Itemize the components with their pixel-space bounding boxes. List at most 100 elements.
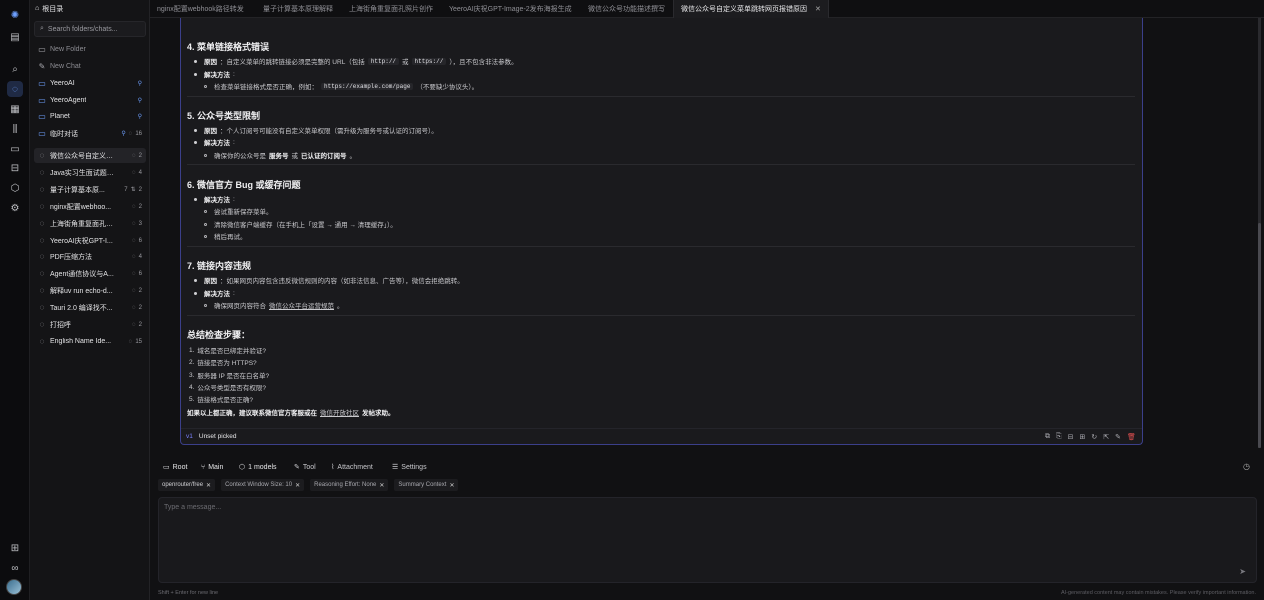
send-icon[interactable]: ➤	[1239, 567, 1246, 576]
divider	[187, 164, 1135, 165]
folder-item-temp[interactable]: ▭ 临时对话 ⚲ ◌ 16	[34, 126, 146, 141]
grid-icon[interactable]: ▦	[7, 101, 23, 117]
version-label[interactable]: v1	[186, 433, 193, 440]
app-logo-icon[interactable]: ✺	[7, 7, 23, 23]
new-chat-icon: ✎	[38, 62, 46, 71]
bullet-line: 解决方法:	[194, 137, 235, 147]
folder-item-planet[interactable]: ▭ Planet ⚲	[34, 109, 146, 124]
link-icon[interactable]: ∞	[7, 560, 23, 576]
attachment-button[interactable]: ⌇ Attachment	[331, 463, 373, 472]
close-icon[interactable]: ✕	[295, 482, 300, 489]
copy-markdown-icon[interactable]: ⎘	[1056, 433, 1062, 441]
models-button[interactable]: ⬡ 1 models	[239, 463, 277, 472]
chat-item[interactable]: ◌ PDF压缩方法 ◌ 4	[34, 249, 146, 264]
share-icon[interactable]: ⇱	[1103, 433, 1109, 441]
tab-active[interactable]: 微信公众号自定义菜单跳转网页报错原因 ✕	[673, 0, 829, 18]
chat-item[interactable]: ◌ Tauri 2.0 编译找不... ◌ 2	[34, 300, 146, 315]
branch-icon: ⑂	[201, 463, 206, 471]
message-count-badge: ◌ 4	[132, 253, 142, 260]
close-icon[interactable]: ✕	[379, 482, 384, 489]
chat-icon[interactable]: ◌	[7, 81, 23, 97]
tab[interactable]: 微信公众号功能描述撰写	[588, 0, 665, 18]
chat-icon: ◌	[39, 219, 45, 228]
close-icon[interactable]: ✕	[815, 5, 821, 13]
folder-label: YeeroAI	[50, 80, 75, 87]
settings-button[interactable]: ☰ Settings	[392, 463, 427, 472]
chat-title: Agent通信协议与A...	[50, 270, 114, 278]
ordered-step: 4. 公众号类型是否有权限?	[189, 383, 267, 393]
chat-item[interactable]: ◌ 解释uv run echo-d... ◌ 2	[34, 283, 146, 298]
tab[interactable]: nginx配置webhook路径转发	[157, 0, 244, 18]
avatar[interactable]	[6, 579, 22, 595]
chat-icon: ◌	[39, 320, 45, 329]
message-input[interactable]: Type a message... ➤	[158, 497, 1257, 583]
pin-icon: ⚲	[137, 114, 142, 120]
chat-item[interactable]: ◌ YeeroAI庆祝GPT-I... ◌ 6	[34, 233, 146, 248]
folder-item-yeeroagent[interactable]: ▭ YeeroAgent ⚲	[34, 93, 146, 108]
new-chat-button[interactable]: ✎ New Chat	[34, 59, 146, 74]
tab[interactable]: 量子计算基本原理解释	[263, 0, 333, 18]
chat-title: 量子计算基本原...	[50, 186, 105, 194]
message-count-badge: 7 ⇅ 2	[124, 186, 142, 194]
final-note: 如果以上都正确，建议联系微信官方客服或在 微信开放社区 发帖求助。	[187, 407, 395, 417]
chat-title: Java实习生面试题设...	[50, 169, 116, 177]
chat-item[interactable]: ◌ Java实习生面试题设... ◌ 4	[34, 165, 146, 180]
library-icon[interactable]: ⫼	[7, 121, 23, 137]
sidebar: ⌂ 根目录 ⌕ Search folders/chats... ▭ New Fo…	[30, 0, 150, 600]
scrollbar-thumb[interactable]	[1258, 223, 1261, 448]
copy-icon[interactable]: ⧉	[1045, 433, 1050, 441]
input-placeholder: Type a message...	[164, 504, 222, 511]
summary-heading: 总结检查步骤：	[187, 330, 251, 340]
chat-item[interactable]: ◌ 打招呼 ◌ 2	[34, 317, 146, 332]
message-footer: v1 Unset picked ⧉ ⎘ ⊟ ⊞ ↻ ⇱ ✎ 🗑	[181, 428, 1142, 444]
folder-icon[interactable]: ▭	[7, 141, 23, 157]
context-window-chip[interactable]: Context Window Size: 10 ✕	[221, 479, 305, 491]
ai-disclaimer: AI-generated content may contain mistake…	[1060, 590, 1256, 596]
folder-plus-icon: ▭	[38, 45, 46, 54]
close-icon[interactable]: ✕	[449, 482, 454, 489]
chat-item[interactable]: ◌ 上海街角重复面孔照... ◌ 3	[34, 216, 146, 231]
sidebar-toggle-icon[interactable]: ▤	[7, 29, 23, 45]
chat-item[interactable]: ◌ Agent通信协议与A... ◌ 6	[34, 266, 146, 281]
sub-bullet-line: 清除微信客户端缓存（在手机上「设置 → 通用 → 清理缓存」）。	[204, 219, 397, 229]
scrollbar[interactable]	[1258, 18, 1261, 448]
search-icon[interactable]: ⌕	[7, 61, 23, 77]
history-icon[interactable]: ◷	[1243, 462, 1250, 471]
new-folder-button[interactable]: ▭ New Folder	[34, 42, 146, 57]
gear-icon[interactable]: ⚙	[7, 200, 23, 216]
message-count-badge: ◌ 4	[132, 169, 142, 176]
edit-icon[interactable]: ✎	[1115, 433, 1121, 441]
cube-icon[interactable]: ⬡	[7, 180, 23, 196]
divider	[187, 315, 1135, 316]
new-folder-label: New Folder	[50, 46, 86, 53]
close-icon[interactable]: ✕	[206, 482, 211, 489]
cube-icon: ⬡	[239, 464, 246, 471]
tab[interactable]: YeeroAI庆祝GPT-Image-2发布海报生成	[449, 0, 572, 18]
summary-context-chip[interactable]: Summary Context ✕	[394, 479, 459, 491]
search-input[interactable]: ⌕ Search folders/chats...	[34, 21, 146, 37]
inbox-icon[interactable]: ⊟	[7, 160, 23, 176]
rules-link[interactable]: 微信公众平台运营规范	[269, 300, 334, 310]
chat-item[interactable]: ◌ English Name Ide... ◌ 15	[34, 334, 146, 349]
root-button[interactable]: ▭ Root	[163, 463, 187, 472]
divider	[187, 96, 1135, 97]
folder-icon: ▭	[38, 112, 46, 121]
chat-item[interactable]: ◌ 微信公众号自定义菜... ◌ 2	[34, 148, 146, 163]
chat-item[interactable]: ◌ 量子计算基本原... 7 ⇅ 2	[34, 182, 146, 197]
reasoning-effort-chip[interactable]: Reasoning Effort: None ✕	[310, 479, 389, 491]
folder-item-yeeroai[interactable]: ▭ YeeroAI ⚲	[34, 76, 146, 91]
branch-button[interactable]: ⑂ Main	[201, 464, 223, 471]
gift-icon[interactable]: ⊞	[7, 540, 23, 556]
ordered-step: 3. 服务器 IP 是否在白名单?	[189, 371, 270, 381]
icon-rail: ✺ ▤ ⌕ ◌ ▦ ⫼ ▭ ⊟ ⬡ ⚙ ⊞ ∞	[0, 0, 30, 600]
community-link[interactable]: 微信开放社区	[320, 407, 359, 417]
tab[interactable]: 上海街角重复面孔照片创作	[349, 0, 433, 18]
branch-icon[interactable]: ⊞	[1079, 433, 1085, 441]
tool-button[interactable]: ✎ Tool	[294, 463, 316, 472]
bullet-line: 原因 ：如果网页内容包含违反微信规则的内容（如非法信息、广告等），微信会拒绝跳转。	[194, 275, 464, 285]
delete-icon[interactable]: 🗑	[1127, 433, 1136, 441]
regenerate-icon[interactable]: ↻	[1091, 433, 1097, 441]
model-chip[interactable]: openrouter/free ✕	[158, 479, 216, 491]
export-icon[interactable]: ⊟	[1068, 433, 1074, 441]
chat-item[interactable]: ◌ nginx配置webhoo... ◌ 2	[34, 199, 146, 214]
